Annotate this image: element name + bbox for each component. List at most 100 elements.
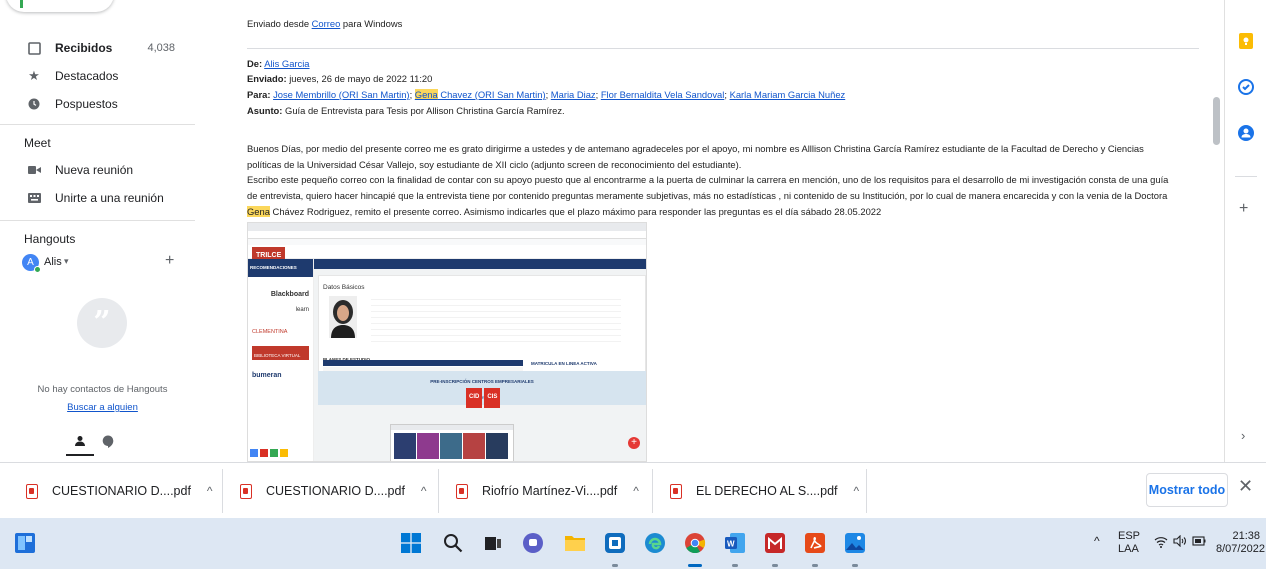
online-status-dot <box>34 266 41 273</box>
volume-icon[interactable] <box>1173 534 1187 550</box>
divider <box>222 469 223 513</box>
search-icon[interactable] <box>440 530 466 556</box>
store-icon[interactable] <box>602 530 628 556</box>
from-link[interactable]: Alis Garcia <box>264 58 309 69</box>
subject-label: Asunto: <box>247 105 283 116</box>
edge-icon[interactable] <box>642 530 668 556</box>
unread-count: 4,038 <box>147 42 175 54</box>
side-panel: + › <box>1224 0 1266 462</box>
recipient-link[interactable]: Karla Mariam Garcia Nuñez <box>730 89 846 100</box>
language-indicator[interactable]: ESP LAA <box>1118 530 1140 556</box>
user-name: Alis <box>44 256 62 268</box>
acrobat-icon[interactable] <box>802 530 828 556</box>
running-indicator <box>812 564 818 567</box>
find-someone-link[interactable]: Buscar a alguien <box>67 402 138 413</box>
svg-text:W: W <box>727 540 735 549</box>
divider <box>0 124 195 125</box>
running-indicator <box>772 564 778 567</box>
time: 21:38 <box>1232 530 1260 542</box>
divider <box>1235 176 1257 177</box>
word-icon[interactable]: W <box>722 530 748 556</box>
download-filename: EL DERECHO AL S....pdf <box>696 484 838 498</box>
chevron-up-icon[interactable]: ^ <box>633 484 639 498</box>
join-meeting-item[interactable]: Unirte a una reunión <box>0 184 195 212</box>
pdf-file-icon <box>26 483 38 499</box>
divider <box>247 48 1199 49</box>
photos-icon[interactable] <box>842 530 868 556</box>
sidebar-item-inbox[interactable]: Recibidos 4,038 <box>0 34 195 62</box>
contacts-tab[interactable] <box>66 430 94 456</box>
hangouts-placeholder-icon: ” <box>77 298 127 348</box>
running-indicator <box>852 564 858 567</box>
chevron-up-icon[interactable]: ^ <box>1094 534 1100 548</box>
chevron-up-icon[interactable]: ^ <box>421 484 427 498</box>
star-icon: ★ <box>28 68 40 83</box>
meet-title: Meet <box>24 136 51 150</box>
join-meeting-label: Unirte a una reunión <box>55 191 164 205</box>
no-contacts-text: No hay contactos de Hangouts <box>37 384 168 395</box>
chevron-right-icon[interactable]: › <box>1241 428 1245 443</box>
keep-icon[interactable] <box>1237 32 1255 50</box>
clock[interactable]: 21:38 8/07/2022 <box>1216 530 1265 556</box>
close-icon[interactable]: ✕ <box>1238 476 1253 497</box>
download-bar: CUESTIONARIO D....pdf ^ CUESTIONARIO D..… <box>0 462 1266 518</box>
recipient-link[interactable]: Chavez (ORI San Martin) <box>438 89 545 100</box>
from-label: De: <box>247 58 263 69</box>
battery-icon[interactable] <box>1192 535 1206 550</box>
partner-name: Blackboard <box>270 290 309 298</box>
sidebar-item-snoozed[interactable]: Pospuestos <box>0 90 195 118</box>
embedded-addressbar <box>248 231 646 239</box>
partner-name: learn <box>295 307 309 313</box>
add-addon-icon[interactable]: + <box>1239 200 1248 218</box>
chevron-up-icon[interactable]: ^ <box>854 484 860 498</box>
gmail-sidebar: Recibidos 4,038 ★ Destacados Pospuestos … <box>0 0 195 462</box>
compose-button[interactable] <box>6 0 114 12</box>
cis-button[interactable]: CIS <box>484 388 501 408</box>
add-contact-icon[interactable]: + <box>165 252 174 270</box>
sent-line: Enviado: jueves, 26 de mayo de 2022 11:2… <box>247 71 432 87</box>
to-line: Para: Jose Membrillo (ORI San Martin); G… <box>247 89 846 100</box>
recipient-link[interactable]: Maria Diaz <box>551 89 596 100</box>
hangouts-user[interactable]: A Alis ▾ + <box>22 252 197 274</box>
download-item[interactable]: EL DERECHO AL S....pdf ^ <box>670 463 859 519</box>
bumeran-logo: bumeran <box>252 372 282 379</box>
recommendations-title: RECOMENDACIONES <box>248 259 313 277</box>
sidebar-item-starred[interactable]: ★ Destacados <box>0 62 195 90</box>
task-view-icon[interactable] <box>480 530 506 556</box>
mail-app-link[interactable]: Correo <box>312 18 341 29</box>
recipient-link[interactable]: Jose Membrillo (ORI San Martin) <box>273 89 410 100</box>
language: ESP <box>1118 530 1141 542</box>
show-all-button[interactable]: Mostrar todo <box>1146 473 1228 507</box>
recipient-link-highlight[interactable]: Gena <box>414 89 438 100</box>
sent-value: jueves, 26 de mayo de 2022 11:20 <box>289 73 433 84</box>
cid-button[interactable]: CID <box>466 388 483 408</box>
download-item[interactable]: CUESTIONARIO D....pdf ^ <box>240 463 427 519</box>
chevron-up-icon[interactable]: ^ <box>207 484 213 498</box>
embedded-tabstrip <box>248 223 646 231</box>
widgets-icon[interactable] <box>12 530 38 556</box>
new-meeting-item[interactable]: Nueva reunión <box>0 156 195 184</box>
embedded-screenshot[interactable]: TRILCE RECOMENDACIONES Blackboard learn C… <box>247 222 647 462</box>
scrollbar-thumb[interactable] <box>1213 97 1220 145</box>
contacts-icon[interactable] <box>1237 124 1255 142</box>
wifi-icon[interactable] <box>1154 536 1168 551</box>
plans-table-header <box>323 360 523 366</box>
download-item[interactable]: Riofrío Martínez-Vi....pdf ^ <box>456 463 639 519</box>
file-explorer-icon[interactable] <box>562 530 588 556</box>
conversations-tab[interactable] <box>94 430 122 456</box>
student-info-rows <box>371 294 621 342</box>
download-item[interactable]: CUESTIONARIO D....pdf ^ <box>26 463 213 519</box>
keyboard-icon <box>27 191 41 205</box>
chrome-icon[interactable] <box>682 530 708 556</box>
recipient-link[interactable]: Flor Bernaldita Vela Sandoval <box>601 89 725 100</box>
download-filename: Riofrío Martínez-Vi....pdf <box>482 484 618 498</box>
start-icon[interactable] <box>398 530 424 556</box>
teams-chat-icon[interactable] <box>520 530 546 556</box>
app-icon[interactable] <box>762 530 788 556</box>
virtual-library-badge: BIBLIOTECA VIRTUAL <box>252 346 309 360</box>
tasks-icon[interactable] <box>1237 78 1255 96</box>
email-scrollbar[interactable] <box>1210 0 1224 462</box>
divider <box>438 469 439 513</box>
windows-taskbar: W ^ ESP LAA 21:38 8/07/2022 <box>0 518 1266 569</box>
caret-down-icon[interactable]: ▾ <box>64 256 69 267</box>
